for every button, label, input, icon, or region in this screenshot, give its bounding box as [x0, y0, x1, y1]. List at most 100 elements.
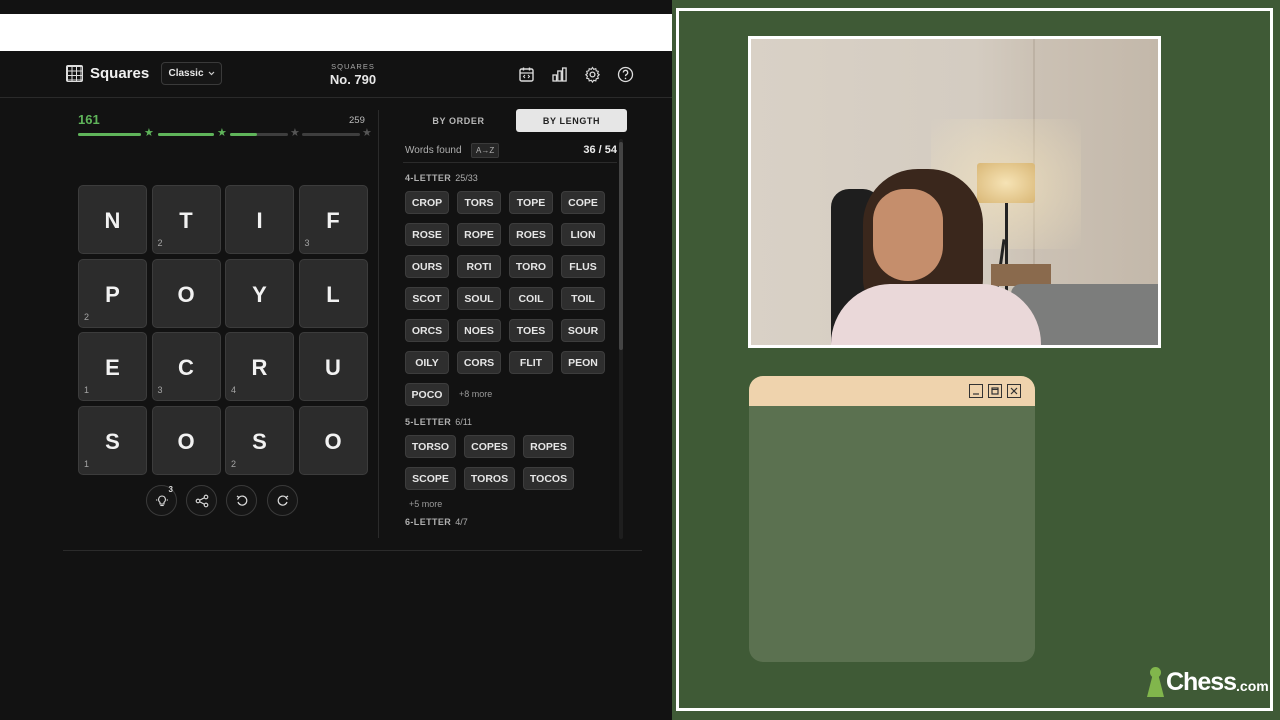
close-icon[interactable]	[1007, 384, 1021, 398]
puzzle-number: SQUARES No. 790	[318, 62, 388, 87]
letter-tile[interactable]: O	[151, 405, 221, 475]
stats-icon[interactable]	[549, 64, 569, 84]
word-chip[interactable]: TORS	[457, 191, 501, 214]
word-chip[interactable]: ROPE	[457, 223, 501, 246]
letter-tile[interactable]: S2	[225, 405, 294, 475]
tile-word-count: 1	[84, 385, 90, 395]
rotate-left-button[interactable]	[226, 485, 257, 516]
letter-tile[interactable]: P2	[78, 258, 147, 328]
word-chip[interactable]: SCOT	[405, 287, 449, 310]
letter-tile[interactable]: N	[78, 185, 147, 254]
tile-letter: O	[177, 428, 195, 454]
letter-tile[interactable]: C3	[151, 332, 221, 401]
word-chip[interactable]: FLUS	[561, 255, 605, 278]
word-chip[interactable]: COPES	[464, 435, 515, 458]
pawn-icon	[1146, 667, 1164, 697]
word-group-title: 6-LETTER	[405, 517, 452, 527]
word-group-header: 4-LETTER 25/33	[405, 173, 478, 183]
star-icon: ★	[362, 127, 372, 139]
word-chip[interactable]: CROP	[405, 191, 449, 214]
letter-tile[interactable]: Y	[225, 258, 294, 328]
word-group-count: 4/7	[455, 517, 468, 527]
sort-toggle[interactable]: A→Z	[471, 143, 500, 158]
word-chip[interactable]: OURS	[405, 255, 449, 278]
letter-tile[interactable]: L	[298, 258, 368, 328]
tab-by-order[interactable]: BY ORDER	[403, 109, 514, 132]
word-chip[interactable]: TORO	[509, 255, 553, 278]
tab-by-length[interactable]: BY LENGTH	[516, 109, 627, 132]
progress-segment	[230, 133, 288, 136]
words-found-label: Words found	[405, 145, 462, 156]
overlay-window	[749, 376, 1035, 662]
tile-word-count: 2	[157, 238, 163, 248]
squares-game: Squares Classic SQUARES No. 790 161 259 …	[0, 51, 672, 720]
word-chip[interactable]: PEON	[561, 351, 605, 374]
hint-count: 3	[168, 485, 173, 494]
letter-tile[interactable]: O	[151, 258, 221, 328]
tile-word-count: 3	[157, 385, 163, 395]
word-chip[interactable]: TOES	[509, 319, 553, 342]
max-score: 259	[349, 115, 365, 126]
word-chip[interactable]: SOUR	[561, 319, 605, 342]
word-chip[interactable]: ROSE	[405, 223, 449, 246]
stage: Chess .com Squares Classic SQUARES No. 7…	[0, 0, 1280, 720]
calendar-icon[interactable]	[516, 64, 536, 84]
tile-letter: C	[178, 355, 194, 380]
hint-button[interactable]: 3	[146, 485, 177, 516]
word-chip[interactable]: NOES	[457, 319, 501, 342]
word-chip[interactable]: TOROS	[464, 467, 515, 490]
letter-tile[interactable]: I	[225, 185, 294, 254]
rotate-right-button[interactable]	[267, 485, 298, 516]
letter-tile[interactable]: U	[298, 332, 368, 401]
lamp	[977, 163, 1035, 203]
scrollbar-thumb[interactable]	[619, 142, 623, 350]
footer-divider	[63, 550, 642, 551]
word-chip[interactable]: TOCOS	[523, 467, 574, 490]
word-chip[interactable]: POCO	[405, 383, 449, 406]
app-logo[interactable]: Squares	[66, 65, 149, 82]
word-chip[interactable]: FLIT	[509, 351, 553, 374]
word-chip[interactable]: ORCS	[405, 319, 449, 342]
letter-tile[interactable]: S1	[78, 405, 147, 475]
word-chip[interactable]: TOIL	[561, 287, 605, 310]
word-chip[interactable]: SCOPE	[405, 467, 456, 490]
word-chip[interactable]: ROES	[509, 223, 553, 246]
word-chip[interactable]: COPE	[561, 191, 605, 214]
help-icon[interactable]	[615, 64, 635, 84]
tile-word-count: 2	[84, 311, 90, 322]
letter-tile[interactable]: T2	[151, 185, 221, 254]
tile-word-count: 1	[84, 458, 90, 469]
word-chip[interactable]: ROTI	[457, 255, 501, 278]
star-icon: ★	[144, 127, 154, 139]
word-chip[interactable]: COIL	[509, 287, 553, 310]
maximize-icon[interactable]	[988, 384, 1002, 398]
lightbulb-icon	[155, 494, 168, 506]
word-chip[interactable]: OILY	[405, 351, 449, 374]
tile-letter: S	[105, 428, 120, 454]
tile-letter: U	[325, 355, 341, 380]
mode-dropdown[interactable]: Classic	[161, 62, 222, 85]
word-chip[interactable]: CORS	[457, 351, 501, 374]
word-chip[interactable]: SOUL	[457, 287, 501, 310]
letter-tile[interactable]: R4	[225, 332, 294, 401]
word-chip[interactable]: TOPE	[509, 191, 553, 214]
letter-tile[interactable]: O	[298, 405, 368, 475]
share-button[interactable]	[186, 485, 217, 516]
minimize-icon[interactable]	[969, 384, 983, 398]
word-group-header: 5-LETTER 6/11	[405, 417, 472, 427]
letter-tile[interactable]: E1	[78, 332, 147, 401]
words-found-panel[interactable]: Words found A→Z 36 / 54 4-LETTER 25/33 CRO…	[403, 139, 625, 539]
tile-letter: S	[252, 428, 267, 454]
view-tabs: BY ORDER BY LENGTH	[403, 109, 628, 132]
browser-top-bar	[0, 14, 672, 51]
more-words-link[interactable]: +8 more	[459, 389, 492, 399]
letter-tile[interactable]: F3	[298, 185, 368, 254]
word-chip[interactable]: TORSO	[405, 435, 456, 458]
tile-letter: N	[104, 208, 121, 233]
gear-icon[interactable]	[582, 64, 602, 84]
word-chip[interactable]: LION	[561, 223, 605, 246]
overlay-window-titlebar	[749, 376, 1035, 406]
word-chip[interactable]: ROPES	[523, 435, 574, 458]
more-words-link[interactable]: +5 more	[409, 499, 442, 509]
brand-name: Chess	[1166, 667, 1237, 696]
